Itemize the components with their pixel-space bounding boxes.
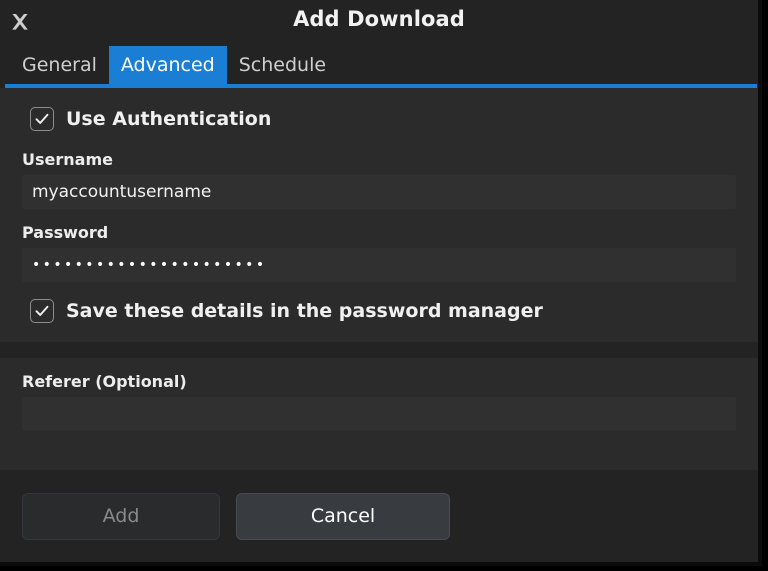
referer-group-spacer	[22, 431, 736, 441]
tab-general[interactable]: General	[10, 46, 109, 84]
tab-advanced[interactable]: Advanced	[108, 46, 227, 84]
advanced-tab-panel: Use Authentication Username Password •••…	[0, 88, 758, 470]
tab-schedule[interactable]: Schedule	[227, 46, 338, 84]
password-input[interactable]: ••••••••••••••••••••••	[22, 248, 736, 282]
username-label: Username	[22, 150, 113, 169]
password-label: Password	[22, 223, 109, 242]
use-authentication-label: Use Authentication	[66, 108, 272, 130]
add-download-dialog: Add Download General Advanced Schedule U…	[0, 0, 762, 566]
referer-group: Referer (Optional)	[0, 372, 758, 441]
dialog-footer: Add Cancel	[0, 470, 758, 562]
group-separator	[0, 342, 758, 358]
save-password-label: Save these details in the password manag…	[66, 300, 543, 322]
use-authentication-checkbox[interactable]	[30, 107, 54, 131]
save-password-checkbox[interactable]	[30, 299, 54, 323]
save-password-row[interactable]: Save these details in the password manag…	[22, 294, 736, 328]
referer-input[interactable]	[22, 397, 736, 431]
dialog-titlebar: Add Download	[0, 0, 758, 46]
use-authentication-row[interactable]: Use Authentication	[22, 102, 736, 136]
authentication-group: Use Authentication Username Password •••…	[0, 102, 758, 328]
cancel-button[interactable]: Cancel	[236, 492, 450, 540]
tab-bar: General Advanced Schedule	[0, 46, 758, 88]
add-button[interactable]: Add	[22, 492, 220, 540]
page-title: Add Download	[293, 7, 465, 31]
username-input[interactable]	[22, 175, 736, 209]
referer-label: Referer (Optional)	[22, 372, 187, 391]
